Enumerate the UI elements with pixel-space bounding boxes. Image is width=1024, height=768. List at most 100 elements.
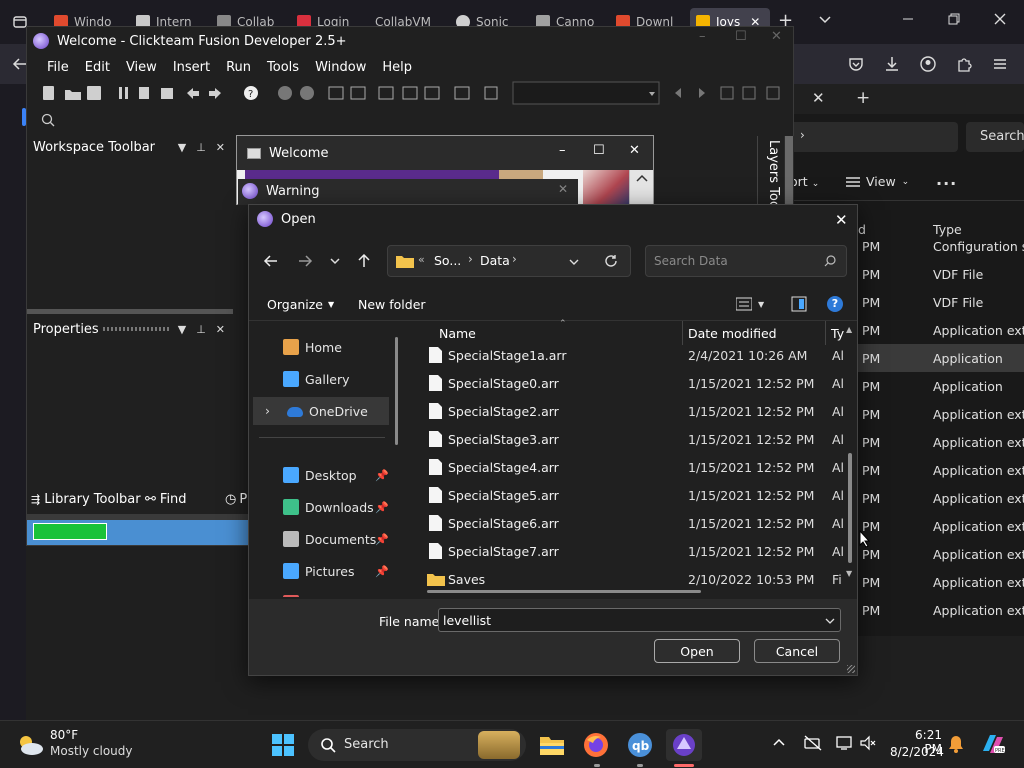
file-row[interactable]: SpecialStage3.arr 1/15/2021 12:52 PM Al	[427, 425, 847, 453]
file-row[interactable]: SpecialStage2.arr 1/15/2021 12:52 PM Al	[427, 397, 847, 425]
menu-tools[interactable]: Tools	[259, 60, 307, 75]
maximize-icon[interactable]: ☐	[735, 29, 747, 44]
file-row[interactable]: SpecialStage1a.arr 2/4/2021 10:26 AM Al	[427, 341, 847, 369]
qbittorrent-app[interactable]: qb	[624, 729, 656, 761]
breadcrumb-overflow[interactable]: «	[418, 253, 425, 266]
more-options-button[interactable]: ...	[936, 170, 957, 189]
display-icon[interactable]	[836, 735, 854, 751]
new-folder-button[interactable]: New folder	[358, 297, 426, 312]
file-name-input[interactable]: levellist	[438, 608, 841, 632]
weather-description[interactable]: Mostly cloudy	[50, 744, 133, 758]
chevron-up-icon[interactable]	[772, 737, 786, 747]
copilot-icon[interactable]: PRE	[980, 731, 1006, 757]
close-icon[interactable]: ✕	[216, 141, 225, 154]
menu-edit[interactable]: Edit	[77, 60, 118, 75]
library-toolbar-tab[interactable]: ⇶ Library Toolbar	[31, 492, 141, 507]
resize-grip-icon[interactable]	[847, 665, 855, 673]
back-arrow-icon[interactable]	[263, 254, 279, 268]
download-icon[interactable]	[882, 54, 902, 74]
recent-locations-chevron-icon[interactable]	[329, 256, 341, 266]
account-icon[interactable]	[918, 54, 938, 74]
menu-view[interactable]: View	[118, 60, 165, 75]
breadcrumb-current[interactable]: Data	[480, 253, 510, 268]
open-button[interactable]: Open	[654, 639, 740, 663]
extensions-icon[interactable]	[954, 54, 974, 74]
panel-splitter[interactable]	[27, 309, 233, 314]
close-icon[interactable]: ✕	[216, 323, 225, 336]
file-list-scrollbar[interactable]: ▲ ▼	[846, 325, 854, 583]
minimize-icon[interactable]: –	[699, 29, 706, 44]
menu-window[interactable]: Window	[307, 60, 374, 75]
forward-arrow-icon[interactable]	[297, 254, 313, 268]
address-bar[interactable]: « So... › Data ›	[387, 245, 631, 277]
horizontal-scrollbar-thumb[interactable]	[427, 590, 701, 593]
volume-muted-icon[interactable]	[860, 735, 876, 751]
dropdown-icon[interactable]: ▼	[178, 141, 186, 154]
menu-hamburger-icon[interactable]	[990, 54, 1010, 74]
minimize-icon[interactable]	[902, 13, 914, 25]
help-icon[interactable]: ?	[827, 296, 843, 312]
restore-icon[interactable]	[948, 13, 960, 25]
explorer-address-bar[interactable]: ›	[790, 122, 958, 152]
clock-date[interactable]: 8/2/2024	[890, 745, 944, 759]
scroll-up-icon[interactable]: ▲	[846, 325, 852, 334]
chevron-down-icon[interactable]	[818, 12, 832, 26]
refresh-icon[interactable]	[604, 254, 618, 268]
search-data-input[interactable]: Search Data	[645, 245, 847, 277]
notification-bell-icon[interactable]	[948, 735, 964, 753]
address-dropdown-icon[interactable]	[568, 257, 580, 267]
file-row[interactable]: SpecialStage5.arr 1/15/2021 12:52 PM Al	[427, 481, 847, 509]
minimize-icon[interactable]: –	[559, 143, 566, 158]
dropdown-icon[interactable]: ▼	[178, 323, 186, 336]
p-tab[interactable]: ◷ P	[225, 492, 247, 507]
network-icon[interactable]	[804, 735, 822, 751]
menu-file[interactable]: File	[39, 60, 77, 75]
pin-icon[interactable]: ⊥	[196, 141, 206, 154]
file-row[interactable]: SpecialStage4.arr 1/15/2021 12:52 PM Al	[427, 453, 847, 481]
close-window-icon[interactable]	[994, 13, 1006, 25]
view-options-button[interactable]: ▼	[736, 297, 764, 311]
pin-icon[interactable]: ⊥	[196, 323, 206, 336]
chevron-down-icon: ⌄	[901, 176, 910, 187]
sort-button[interactable]: ort ⌄	[790, 174, 819, 189]
weather-temperature[interactable]: 80°F	[50, 728, 78, 742]
menu-help[interactable]: Help	[374, 60, 420, 75]
file-date: 1/15/2021 12:52 PM	[688, 543, 815, 559]
chevron-down-icon[interactable]	[825, 617, 835, 625]
search-icon[interactable]	[41, 113, 55, 127]
file-name: SpecialStage5.arr	[448, 487, 559, 503]
close-icon[interactable]: ✕	[629, 143, 640, 158]
file-row[interactable]: SpecialStage6.arr 1/15/2021 12:52 PM Al	[427, 509, 847, 537]
close-icon[interactable]: ✕	[558, 182, 568, 196]
window-icon	[247, 147, 261, 159]
menu-run[interactable]: Run	[218, 60, 259, 75]
preview-pane-icon[interactable]	[791, 296, 807, 312]
scrollbar-thumb[interactable]	[848, 453, 852, 563]
cancel-button[interactable]: Cancel	[754, 639, 840, 663]
pocket-icon[interactable]	[846, 54, 866, 74]
file-explorer-app[interactable]	[536, 729, 568, 761]
breadcrumb-parent[interactable]: So...	[434, 253, 461, 268]
weather-cloud-icon[interactable]	[16, 733, 44, 757]
scrollbar[interactable]	[629, 170, 653, 204]
find-tab[interactable]: ⚯ Find	[145, 492, 187, 507]
taskbar-search[interactable]: Search	[308, 729, 526, 761]
folder-icon	[427, 574, 445, 586]
fusion-app-active[interactable]	[666, 729, 702, 761]
file-row[interactable]: SpecialStage0.arr 1/15/2021 12:52 PM Al	[427, 369, 847, 397]
organize-button[interactable]: Organize ▼	[267, 297, 334, 312]
close-icon[interactable]: ✕	[771, 29, 782, 44]
file-row[interactable]: SpecialStage7.arr 1/15/2021 12:52 PM Al	[427, 537, 847, 565]
close-icon[interactable]: ✕	[835, 211, 848, 229]
maximize-icon[interactable]: ☐	[593, 143, 605, 158]
scroll-down-icon[interactable]: ▼	[846, 569, 852, 578]
up-arrow-icon[interactable]	[357, 253, 371, 269]
view-button[interactable]: View ⌄	[846, 174, 909, 189]
file-row[interactable]: Saves 2/10/2022 10:53 PM Fi	[427, 565, 847, 592]
add-tab-icon[interactable]: +	[856, 88, 870, 108]
close-icon[interactable]: ✕	[812, 89, 825, 107]
firefox-app[interactable]	[580, 729, 612, 761]
menu-insert[interactable]: Insert	[165, 60, 218, 75]
start-button[interactable]	[267, 729, 299, 761]
explorer-search-box[interactable]: Search	[966, 122, 1024, 152]
